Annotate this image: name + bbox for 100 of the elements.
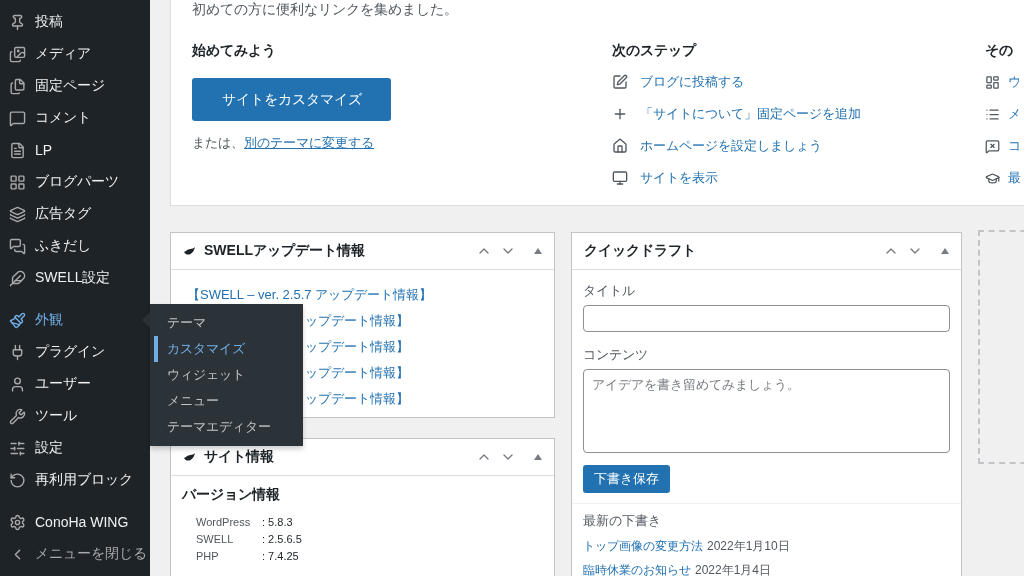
sidebar-item[interactable]: SWELL設定 xyxy=(0,262,150,294)
title-input[interactable] xyxy=(583,305,950,332)
sidebar-item[interactable]: 再利用ブロック xyxy=(0,464,150,496)
info-name: WordPress xyxy=(196,515,252,530)
update-link[interactable]: ップデート情報】 xyxy=(305,390,409,408)
media-icon xyxy=(9,45,26,63)
field-label: コンテンツ xyxy=(583,346,649,364)
customize-button[interactable]: サイトをカスタマイズ xyxy=(192,78,391,121)
sidebar-label: SWELL設定 xyxy=(35,269,111,287)
grid-icon xyxy=(9,173,26,191)
reload-icon xyxy=(9,471,26,489)
info-name: PHP xyxy=(196,549,220,564)
sidebar-label: ツール xyxy=(35,407,77,425)
field-label: タイトル xyxy=(583,282,636,300)
sidebar-label: 再利用ブロック xyxy=(35,471,133,489)
sidebar-label: ユーザー xyxy=(35,375,91,393)
update-link[interactable]: ップデート情報】 xyxy=(305,312,409,330)
sidebar-item[interactable]: 投稿 xyxy=(0,6,150,38)
submenu-item[interactable]: メニュー xyxy=(154,388,303,414)
save-draft-button[interactable]: 下書き保存 xyxy=(583,465,670,493)
sidebar-item[interactable]: プラグイン xyxy=(0,336,150,368)
sidebar-item[interactable]: 広告タグ xyxy=(0,198,150,230)
version-heading: バージョン情報 xyxy=(182,486,281,504)
sidebar-label: ConoHa WING xyxy=(35,514,129,530)
sidebar-label: ブログパーツ xyxy=(35,173,119,191)
section-heading: その xyxy=(985,42,1014,60)
sidebar-label: メニューを閉じる xyxy=(35,545,147,563)
sidebar-label: LP xyxy=(35,142,53,158)
step-link[interactable]: ブログに投稿する xyxy=(640,73,744,91)
draft-date: 2022年1月10日 xyxy=(707,537,790,555)
sidebar-label: メディア xyxy=(35,45,91,63)
sidebar-label: ふきだし xyxy=(35,237,91,255)
monitor-icon xyxy=(612,170,628,186)
sidebar-item[interactable]: コメント xyxy=(0,102,150,134)
draft-link[interactable]: 臨時休業のお知らせ xyxy=(583,561,691,576)
info-value: : 2.5.6.5 xyxy=(262,532,303,547)
document-icon xyxy=(9,141,26,159)
submenu-item[interactable]: ウィジェット xyxy=(154,362,303,388)
sidebar-item[interactable]: メニューを閉じる xyxy=(0,538,150,570)
widget-title: SWELLアップデート情報 xyxy=(204,242,366,260)
update-link[interactable]: ップデート情報】 xyxy=(305,338,409,356)
welcome-intro: 初めての方に便利なリンクを集めました。 xyxy=(192,0,459,18)
sidebar-item[interactable]: メディア xyxy=(0,38,150,70)
sidebar-item[interactable]: ユーザー xyxy=(0,368,150,400)
sidebar-label: コメント xyxy=(35,109,91,127)
draft-date: 2022年1月4日 xyxy=(695,561,772,576)
layout-icon xyxy=(985,74,1000,90)
list-icon xyxy=(985,106,1000,122)
sidebar-item[interactable]: ツール xyxy=(0,400,150,432)
sidebar-item[interactable]: ConoHa WING xyxy=(0,506,150,538)
collapse-icon[interactable] xyxy=(941,248,949,254)
draft-link[interactable]: トップ画像の変更方法 xyxy=(583,537,703,555)
or-text: または、 xyxy=(192,134,244,152)
widget-title: サイト情報 xyxy=(204,448,275,466)
sidebar-item[interactable]: 設定 xyxy=(0,432,150,464)
update-link[interactable]: ップデート情報】 xyxy=(305,364,409,382)
wrench-icon xyxy=(9,407,26,425)
more-link[interactable]: 最 xyxy=(1008,169,1021,187)
user-icon xyxy=(9,375,26,393)
sidebar-item[interactable]: ふきだし xyxy=(0,230,150,262)
pages-icon xyxy=(9,77,26,95)
step-link[interactable]: 「サイトについて」固定ページを追加 xyxy=(640,105,861,123)
step-link[interactable]: ホームページを設定しましょう xyxy=(640,137,822,155)
speech-bubbles-icon xyxy=(9,237,26,255)
section-heading: 始めてみよう xyxy=(192,42,277,60)
sidebar-label: 設定 xyxy=(35,439,63,457)
update-link[interactable]: 【SWELL – ver. 2.5.7 アップデート情報】 xyxy=(187,286,433,304)
submenu-item[interactable]: テーマ xyxy=(154,310,303,336)
sidebar-label: 外観 xyxy=(35,311,63,329)
sidebar-label: プラグイン xyxy=(35,343,105,361)
change-theme-link[interactable]: 別のテーマに変更する xyxy=(244,134,374,152)
recent-drafts-heading: 最新の下書き xyxy=(583,512,662,530)
graduation-cap-icon xyxy=(985,170,1000,186)
more-link[interactable]: メ xyxy=(1008,105,1021,123)
sidebar-label: 投稿 xyxy=(35,13,63,31)
sliders-icon xyxy=(9,439,26,457)
layers-icon xyxy=(9,205,26,223)
sidebar-label: 固定ページ xyxy=(35,77,105,95)
submenu-item[interactable]: テーマエディター xyxy=(154,414,303,440)
home-icon xyxy=(612,138,628,154)
sidebar-item[interactable]: ブログパーツ xyxy=(0,166,150,198)
plus-icon xyxy=(612,106,628,122)
more-link[interactable]: ウ xyxy=(1008,73,1021,91)
collapse-icon[interactable] xyxy=(534,248,542,254)
info-value: : 7.4.25 xyxy=(262,549,300,564)
comment-x-icon xyxy=(985,138,1000,154)
more-link[interactable]: コ xyxy=(1008,137,1021,155)
content-textarea[interactable]: アイデアを書き留めてみましょう。 xyxy=(583,369,950,453)
sidebar-item[interactable]: LP xyxy=(0,134,150,166)
sidebar-label: 広告タグ xyxy=(35,205,91,223)
sidebar-item[interactable]: 外観 xyxy=(0,304,150,336)
sidebar-item[interactable]: 固定ページ xyxy=(0,70,150,102)
edit-icon xyxy=(612,74,628,90)
pin-icon xyxy=(9,13,26,31)
collapse-icon[interactable] xyxy=(534,454,542,460)
step-link[interactable]: サイトを表示 xyxy=(640,169,718,187)
widget-title: クイックドラフト xyxy=(584,242,697,260)
settings-icon xyxy=(9,513,26,531)
section-heading: 次のステップ xyxy=(612,42,698,60)
info-value: : 5.8.3 xyxy=(262,515,294,530)
